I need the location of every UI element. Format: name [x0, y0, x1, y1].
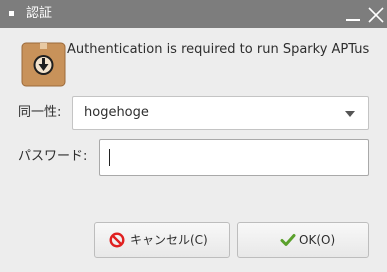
cancel-button-label: キャンセル(C): [130, 233, 208, 247]
title-bar[interactable]: 認証: [0, 0, 387, 28]
identity-label: 同一性:: [18, 105, 62, 120]
identity-select[interactable]: hogehoge: [72, 96, 369, 130]
close-icon[interactable]: [368, 7, 384, 23]
password-label: パスワード:: [18, 149, 88, 164]
chevron-down-icon: [345, 111, 355, 117]
auth-message: Authentication is required to run Sparky…: [67, 42, 370, 57]
cancel-icon: [109, 232, 125, 248]
text-cursor: [109, 149, 110, 166]
package-download-icon: [21, 42, 66, 87]
window-menu-icon[interactable]: [9, 11, 14, 16]
ok-button-label: OK(O): [299, 233, 336, 247]
password-field[interactable]: [99, 139, 369, 176]
identity-value: hogehoge: [84, 105, 149, 120]
authentication-dialog: 認証 Authentication is required to run Spa…: [0, 0, 387, 272]
window-title: 認証: [26, 6, 53, 21]
ok-button[interactable]: OK(O): [237, 222, 369, 258]
minimize-icon[interactable]: [346, 19, 360, 21]
cancel-button[interactable]: キャンセル(C): [94, 222, 230, 258]
checkmark-icon: [280, 234, 296, 246]
